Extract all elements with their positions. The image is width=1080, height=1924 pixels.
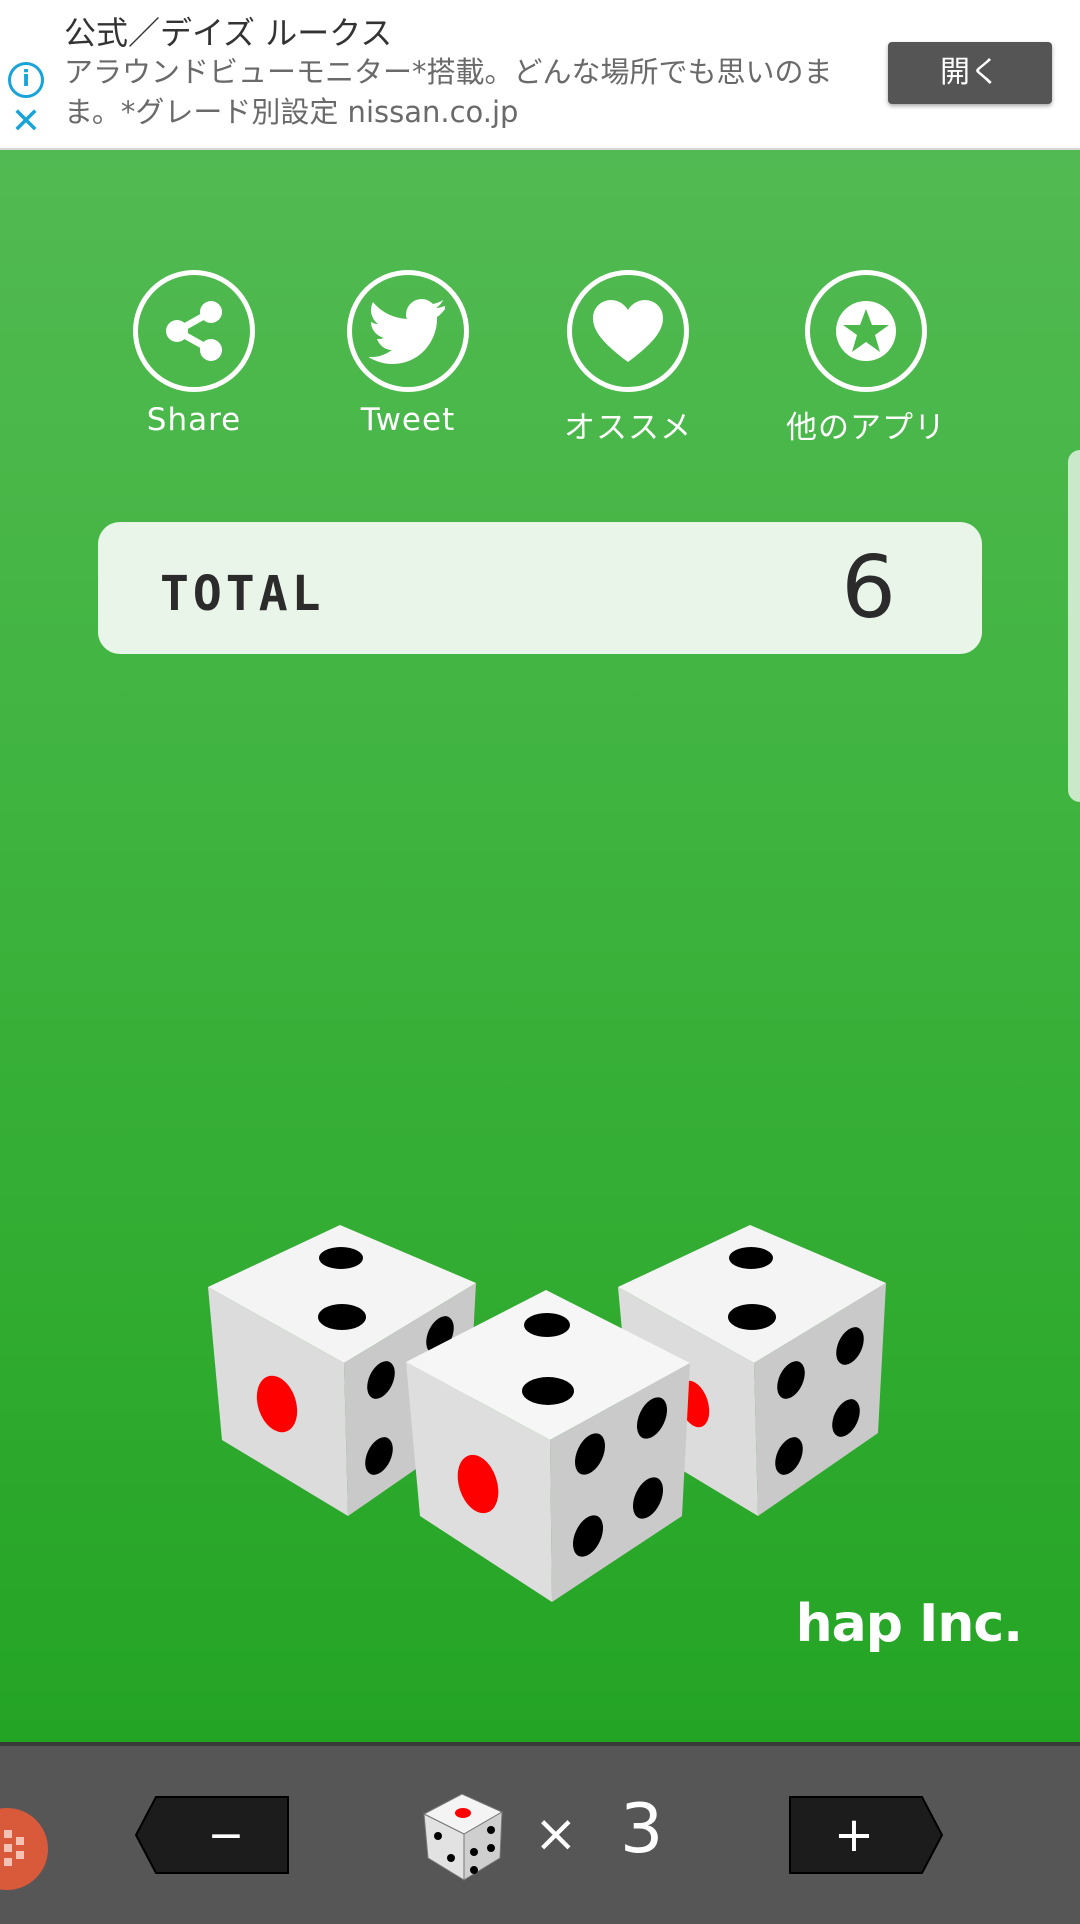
ad-banner[interactable]: i ✕ 公式／デイズ ルークス アラウンドビューモニター*搭載。どんな場所でも思… — [0, 0, 1080, 150]
close-icon[interactable]: ✕ — [8, 104, 44, 140]
ad-title: 公式／デイズ ルークス — [64, 14, 393, 52]
minus-label: − — [208, 1810, 245, 1861]
minus-button[interactable]: − — [134, 1794, 292, 1876]
bottom-control-bar: − × 3 + — [0, 1742, 1080, 1924]
ad-open-button[interactable]: 開く — [888, 42, 1052, 104]
dice-count-icon — [422, 1793, 504, 1881]
brand-logo: hap Inc. — [795, 1594, 1023, 1654]
info-icon[interactable]: i — [8, 62, 44, 98]
dice-count: 3 — [620, 1790, 664, 1869]
game-area[interactable]: Share Tweet オススメ 他のアプリ TOTAL 6 hap Inc. — [0, 150, 1080, 1742]
times-sign: × — [534, 1804, 578, 1864]
ad-text: アラウンドビューモニター*搭載。どんな場所でも思いのまま。*グレード別設定 ni… — [64, 55, 833, 129]
plus-button[interactable]: + — [786, 1794, 944, 1876]
dice-group[interactable] — [0, 150, 1080, 1742]
plus-label: + — [834, 1807, 874, 1863]
menu-fab-button[interactable] — [0, 1808, 48, 1890]
